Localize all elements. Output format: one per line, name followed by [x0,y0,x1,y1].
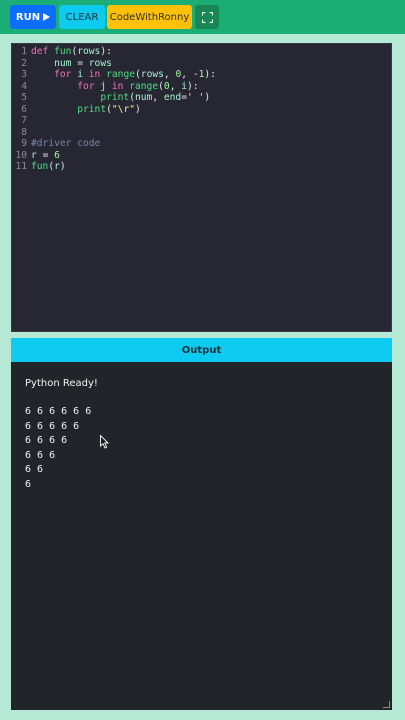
line-number: 3 [21,69,27,80]
code-line: 11 fun(r) [12,161,65,173]
code-line-text: fun(r) [31,161,66,172]
play-icon [43,13,51,21]
code-line: 5 print(num, end=' ') [12,92,210,104]
fullscreen-icon [201,11,213,23]
output-line: 6 [25,478,32,490]
output-header: Output [11,338,392,362]
code-line-text: #driver code [31,138,101,149]
output-line: 6 6 6 [25,449,56,461]
code-line: 6 print("\r") [12,103,141,116]
brand-button[interactable]: CodeWithRonny [107,5,192,29]
code-line: 10 r = 6 [12,149,59,162]
output-panel: Output Python Ready! 6 6 6 6 6 6 6 6 6 6… [11,338,392,710]
code-line-text: for j in range(0, i): [77,80,199,92]
mouse-pointer-icon [100,435,110,449]
code-line: 1 def fun(rows): [12,46,112,58]
line-number: 7 [21,115,27,126]
code-line-text: for i in range(rows, 0, -1): [54,69,216,80]
line-number: 8 [21,126,27,138]
code-line: 3 for i in range(rows, 0, -1): [12,69,216,81]
run-button-label: RUN [15,11,41,23]
line-number: 1 [21,46,27,57]
line-number: 4 [21,80,27,92]
line-number: 11 [15,161,27,172]
code-line-text: num = rows [54,57,112,69]
code-line-text: print(num, end=' ') [100,92,211,103]
output-line: 6 6 6 6 6 6 [25,406,92,417]
ready-message: Python Ready! [25,378,98,389]
line-number: 6 [21,103,27,115]
line-number: 9 [21,138,27,149]
code-line: 9 #driver code [12,138,100,150]
code-line-text: print("\r") [77,103,141,115]
fullscreen-button[interactable] [195,5,219,29]
code-line-text: r = 6 [31,149,60,161]
code-editor[interactable]: 1 def fun(rows): 2 num = rows 3 for i in … [11,43,392,332]
line-number: 2 [21,57,27,69]
output-line: 6 6 6 6 6 [25,420,80,432]
line-number: 10 [15,149,27,161]
code-line: 7 [12,115,27,127]
toolbar: RUN CLEAR CodeWithRonny [0,0,405,34]
code-line: 4 for j in range(0, i): [12,80,198,93]
run-button[interactable]: RUN [10,5,56,29]
code-line-text: def fun(rows): [31,46,112,57]
resize-handle-icon[interactable] [383,701,390,708]
code-line: 8 [12,127,27,139]
code-line: 2 num = rows [12,57,112,70]
line-number: 5 [21,92,27,103]
output-line: 6 6 [25,464,44,475]
output-line: 6 6 6 6 [25,435,68,446]
clear-button[interactable]: CLEAR [59,5,105,29]
